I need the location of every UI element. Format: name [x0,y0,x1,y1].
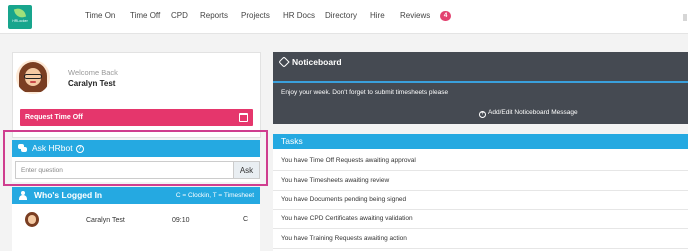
logged-in-user-name: Caralyn Test [86,217,125,224]
task-item[interactable]: You have Timesheets awaiting review [273,171,688,191]
task-item[interactable]: You have Documents pending being signed [273,190,688,210]
nav-item-projects[interactable]: Projects [241,11,270,20]
row-avatar [25,212,39,227]
welcome-text: Welcome Back [68,68,118,77]
user-menu-edge[interactable] [683,14,687,21]
tasks-title: Tasks [281,136,303,146]
task-item[interactable]: You have Time Off Requests awaiting appr… [273,151,688,171]
nav-item-directory[interactable]: Directory [325,11,357,20]
add-edit-noticeboard-label: Add/Edit Noticeboard Message [488,109,578,116]
user-avatar [16,60,50,94]
logged-in-type: C [243,216,249,223]
whos-logged-in-title: Who's Logged In [34,190,103,200]
user-name: Caralyn Test [68,79,116,88]
request-time-off-label: Request Time Off [25,114,83,121]
nav-item-hire[interactable]: Hire [370,11,385,20]
task-item[interactable]: You have Training Requests awaiting acti… [273,229,688,249]
nav-item-reviews[interactable]: Reviews [400,11,430,20]
logged-in-time: 09:10 [172,217,190,224]
tasks-header: Tasks [273,134,688,149]
logo-text: HRLocker [12,19,28,23]
leaf-icon [13,6,27,20]
top-nav: HRLocker Time On Time Off CPD Reports Pr… [0,0,688,34]
nav-item-cpd[interactable]: CPD [171,11,188,20]
hrlocker-logo[interactable]: HRLocker [8,5,32,29]
whos-logged-in-header: Who's Logged In C = Clockin, T = Timeshe… [12,187,260,204]
hrbot-title: Ask HRbot [32,143,73,153]
add-edit-noticeboard-button[interactable]: + Add/Edit Noticeboard Message [479,109,578,118]
whos-logged-in-body [12,204,260,251]
chat-icon [18,144,27,152]
whos-logged-in-legend: C = Clockin, T = Timesheet [175,192,254,199]
help-icon[interactable]: ? [75,145,84,153]
ask-button[interactable]: Ask [233,161,260,179]
nav-item-reports[interactable]: Reports [200,11,228,20]
noticeboard-message: Enjoy your week. Don't forget to submit … [281,89,449,96]
user-icon [18,191,28,200]
request-time-off-button[interactable]: Request Time Off [20,109,253,126]
notification-badge[interactable]: 4 [440,11,451,21]
plus-circle-icon: + [479,111,486,118]
noticeboard-title: Noticeboard [292,57,342,67]
task-item[interactable]: You have CPD Certificates awaiting valid… [273,209,688,229]
noticeboard-divider [273,81,688,83]
nav-item-hr-docs[interactable]: HR Docs [283,11,315,20]
hrbot-question-input[interactable] [15,161,233,179]
calendar-icon [239,113,248,122]
hrbot-header: Ask HRbot? [12,140,260,157]
nav-item-time-on[interactable]: Time On [85,11,115,20]
nav-item-time-off[interactable]: Time Off [130,11,160,20]
